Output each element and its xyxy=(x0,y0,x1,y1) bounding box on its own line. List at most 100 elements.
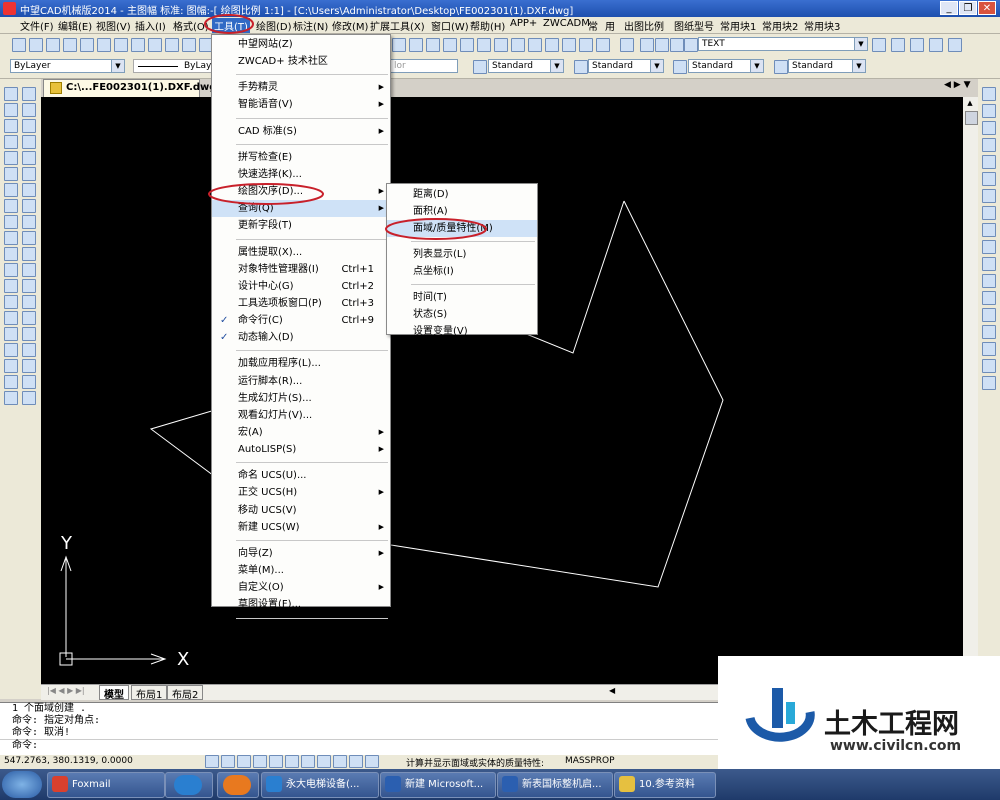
toolbar-icon[interactable] xyxy=(12,38,26,52)
modify-tool-icon[interactable] xyxy=(982,308,996,322)
tools_menu-item-33[interactable]: 向导(Z) ▶ xyxy=(212,545,390,562)
menu-item-14[interactable]: 常 xyxy=(588,18,598,33)
toolbar-icon[interactable] xyxy=(670,38,684,52)
toolbar-icon[interactable] xyxy=(640,38,654,52)
draw-tool-icon[interactable] xyxy=(22,119,36,133)
draw-tool-icon[interactable] xyxy=(22,167,36,181)
draw-tool-icon[interactable] xyxy=(22,279,36,293)
menu-item-13[interactable]: ZWCADM xyxy=(543,18,590,29)
toolbar-icon[interactable] xyxy=(460,38,474,52)
draw-tool-icon[interactable] xyxy=(22,343,36,357)
taskbar-app-6[interactable]: 10.参考资料 xyxy=(614,772,716,798)
modify-tool-icon[interactable] xyxy=(982,223,996,237)
toolbar-icon[interactable] xyxy=(182,38,196,52)
draw-tool-icon[interactable] xyxy=(22,247,36,261)
status-toggle-button[interactable] xyxy=(285,755,299,768)
menu-item-2[interactable]: 视图(V) xyxy=(96,18,131,33)
tools_menu-item-11[interactable]: 查询(Q) ▶ xyxy=(212,200,390,218)
menu-item-7[interactable]: 标注(N) xyxy=(293,18,328,33)
query_menu-item-8[interactable]: 状态(S) xyxy=(387,306,537,323)
status-toggle-button[interactable] xyxy=(253,755,267,768)
modify-tool-icon[interactable] xyxy=(982,291,996,305)
menu-item-17[interactable]: 图纸型号 xyxy=(674,18,714,33)
status-toggle-button[interactable] xyxy=(317,755,331,768)
close-button[interactable]: ✕ xyxy=(978,1,996,15)
query_menu-item-2[interactable]: 面域/质量特性(M) xyxy=(387,220,537,237)
query_menu-item-9[interactable]: 设置变量(V) xyxy=(387,323,537,340)
scroll-thumb[interactable] xyxy=(965,111,978,125)
tools_menu-item-9[interactable]: 快速选择(K)... xyxy=(212,166,390,183)
draw-tool-icon[interactable] xyxy=(22,215,36,229)
tools_menu-item-19[interactable]: ✓ 动态输入(D) xyxy=(212,329,390,346)
tab-model[interactable]: 模型 xyxy=(99,685,129,701)
menu-item-15[interactable]: 用 xyxy=(605,18,615,33)
status-toggle-button[interactable] xyxy=(333,755,347,768)
draw-tool-icon[interactable] xyxy=(4,87,18,101)
menu-item-0[interactable]: 文件(F) xyxy=(20,18,54,33)
toolbar-icon[interactable] xyxy=(392,38,406,52)
menu-item-1[interactable]: 编辑(E) xyxy=(58,18,92,33)
modify-tool-icon[interactable] xyxy=(982,155,996,169)
draw-tool-icon[interactable] xyxy=(4,151,18,165)
modify-tool-icon[interactable] xyxy=(982,138,996,152)
menu-item-9[interactable]: 扩展工具(X) xyxy=(370,18,425,33)
draw-tool-icon[interactable] xyxy=(22,135,36,149)
tab-layout1[interactable]: 布局1 xyxy=(131,685,168,701)
draw-tool-icon[interactable] xyxy=(22,263,36,277)
toolbar-icon[interactable] xyxy=(29,38,43,52)
modify-tool-icon[interactable] xyxy=(982,257,996,271)
tools_menu-item-6[interactable]: CAD 标准(S) ▶ xyxy=(212,123,390,140)
toolbar-icon[interactable] xyxy=(545,38,559,52)
toolbar-icon[interactable] xyxy=(684,38,698,52)
tools_menu-item-8[interactable]: 拼写检查(E) xyxy=(212,149,390,166)
toolbar-icon[interactable] xyxy=(910,38,924,52)
draw-tool-icon[interactable] xyxy=(4,167,18,181)
tools_menu-item-14[interactable]: 属性提取(X)... xyxy=(212,244,390,261)
draw-tool-icon[interactable] xyxy=(22,103,36,117)
menu-item-12[interactable]: APP+ xyxy=(510,18,537,29)
draw-tool-icon[interactable] xyxy=(4,247,18,261)
scroll-up-arrow[interactable]: ▲ xyxy=(964,99,976,109)
modify-tool-icon[interactable] xyxy=(982,359,996,373)
toolbar-icon[interactable] xyxy=(929,38,943,52)
minimize-button[interactable]: _ xyxy=(940,1,958,15)
draw-tool-icon[interactable] xyxy=(4,295,18,309)
menu-item-18[interactable]: 常用块1 xyxy=(720,18,756,33)
modify-tool-icon[interactable] xyxy=(982,189,996,203)
command-window[interactable]: 1 个面域创建 . 命令: 指定对角点: 命令: 取消! 命令: xyxy=(0,702,718,756)
modify-tool-icon[interactable] xyxy=(982,121,996,135)
start-button[interactable] xyxy=(2,771,42,798)
tools_menu-item-28[interactable]: 命名 UCS(U)... xyxy=(212,467,390,484)
linetype-combo[interactable]: ByLay xyxy=(133,59,213,73)
draw-tool-icon[interactable] xyxy=(4,199,18,213)
toolbar-icon[interactable] xyxy=(774,60,788,74)
draw-tool-icon[interactable] xyxy=(22,231,36,245)
draw-tool-icon[interactable] xyxy=(22,87,36,101)
modify-tool-icon[interactable] xyxy=(982,376,996,390)
toolbar-icon[interactable] xyxy=(596,38,610,52)
tools_menu-item-17[interactable]: 工具选项板窗口(P) Ctrl+3 xyxy=(212,295,390,312)
draw-tool-icon[interactable] xyxy=(4,231,18,245)
draw-tool-icon[interactable] xyxy=(4,263,18,277)
table-style-combo[interactable]: Standard ▼ xyxy=(688,59,764,73)
tools_menu-item-38[interactable]: 选项(N)... xyxy=(212,623,390,640)
draw-tool-icon[interactable] xyxy=(22,375,36,389)
modify-tool-icon[interactable] xyxy=(982,206,996,220)
menu-item-6[interactable]: 绘图(D) xyxy=(256,18,292,33)
tools_menu-item-16[interactable]: 设计中心(G) Ctrl+2 xyxy=(212,278,390,295)
taskbar-app-4[interactable]: 新建 Microsoft... xyxy=(380,772,496,798)
draw-tool-icon[interactable] xyxy=(4,311,18,325)
toolbar-icon[interactable] xyxy=(409,38,423,52)
query_menu-item-4[interactable]: 列表显示(L) xyxy=(387,246,537,263)
taskbar-app-1[interactable] xyxy=(165,772,213,798)
status-toggle-button[interactable] xyxy=(237,755,251,768)
restore-button[interactable]: ❐ xyxy=(959,1,977,15)
modify-tool-icon[interactable] xyxy=(982,342,996,356)
toolbar-icon[interactable] xyxy=(97,38,111,52)
tools_menu-item-26[interactable]: AutoLISP(S) ▶ xyxy=(212,441,390,458)
status-toggle-button[interactable] xyxy=(269,755,283,768)
tools_menu-item-4[interactable]: 智能语音(V) ▶ xyxy=(212,96,390,113)
toolbar-icon[interactable] xyxy=(562,38,576,52)
taskbar-app-0[interactable]: Foxmail xyxy=(47,772,165,798)
tools_menu-item-0[interactable]: 中望网站(Z) xyxy=(212,36,390,53)
